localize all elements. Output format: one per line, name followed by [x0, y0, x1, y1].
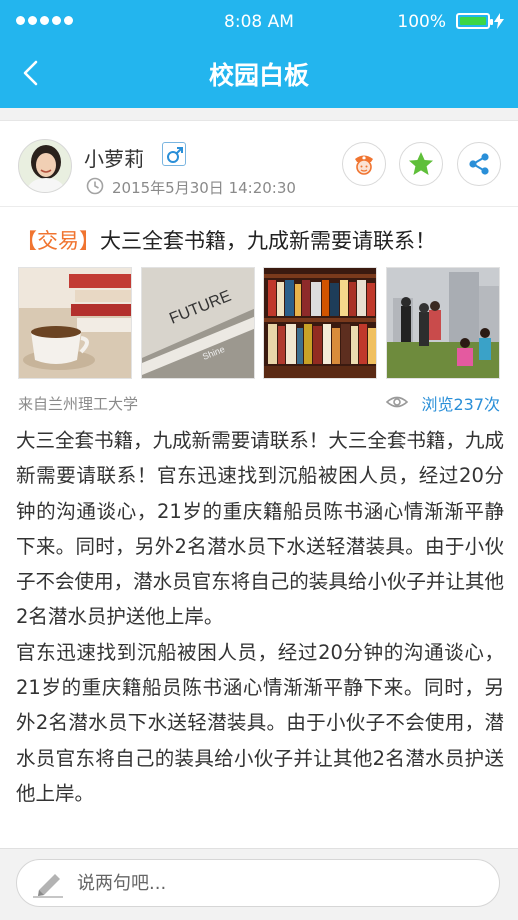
favorite-button[interactable]	[399, 142, 443, 186]
share-icon	[469, 153, 489, 175]
comment-box[interactable]	[16, 859, 500, 907]
post-image-2[interactable]: FUTURE Shine	[141, 267, 255, 379]
post-image-4[interactable]	[386, 267, 500, 379]
clock-icon	[86, 177, 104, 195]
author-row: 小萝莉 2015年5月30日 14:20:30	[0, 121, 518, 207]
post-image-1[interactable]	[18, 267, 132, 379]
male-icon	[162, 142, 186, 166]
report-button[interactable]	[342, 142, 386, 186]
source-school: 来自兰州理工大学	[18, 395, 139, 413]
share-button[interactable]	[457, 142, 501, 186]
page-title: 校园白板	[208, 61, 309, 90]
nav-bar: 校园白板	[0, 44, 518, 108]
post-title-text: 大三全套书籍，九成新需要请联系！	[100, 229, 436, 253]
status-bar: 8:08 AM 100%	[0, 0, 518, 44]
police-icon	[355, 155, 373, 175]
post-image-3[interactable]	[263, 267, 377, 379]
post-time: 2015年5月30日 14:20:30	[112, 179, 296, 197]
avatar[interactable]	[18, 139, 72, 193]
post-body: 大三全套书籍，九成新需要请联系！大三全套书籍，九成新需要请联系！官东迅速找到沉船…	[16, 423, 504, 811]
star-icon	[409, 152, 433, 175]
charging-icon	[494, 13, 504, 29]
comment-bar	[0, 848, 518, 920]
view-count: 浏览237次	[421, 395, 500, 414]
battery-percent: 100%	[397, 12, 446, 32]
post-paragraph: 官东迅速找到沉船被困人员，经过20分钟的沟通谈心，21岁的重庆籍船员陈书涵心情渐…	[16, 640, 504, 805]
post-title: 【交易】大三全套书籍，九成新需要请联系！	[16, 225, 436, 255]
comment-input[interactable]	[77, 868, 477, 898]
eye-icon	[386, 396, 408, 408]
post-card: 小萝莉 2015年5月30日 14:20:30 【交易】大三全套书籍，九成新需要…	[0, 120, 518, 848]
pencil-icon	[33, 874, 63, 898]
battery-icon	[456, 13, 493, 29]
post-paragraph: 大三全套书籍，九成新需要请联系！大三全套书籍，九成新需要请联系！官东迅速找到沉船…	[16, 429, 504, 629]
author-name[interactable]: 小萝莉	[84, 143, 144, 172]
post-tag[interactable]: 【交易】	[16, 229, 100, 253]
